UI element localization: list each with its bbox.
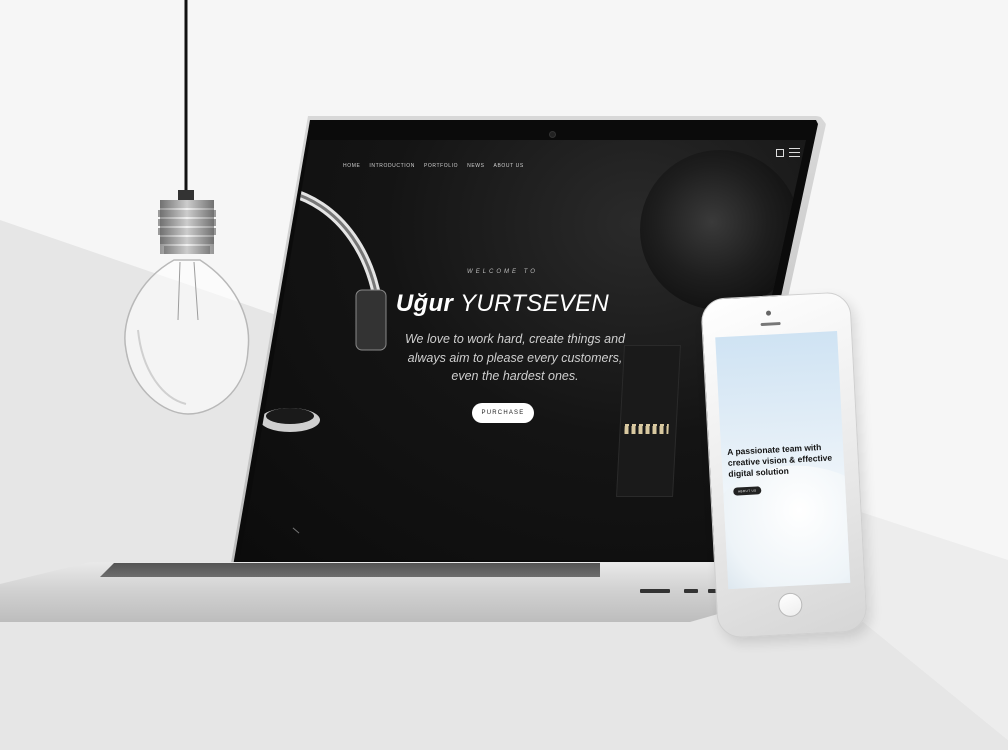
nav-news[interactable]: NEWS	[467, 163, 484, 169]
nav-home[interactable]: HOME	[343, 163, 360, 169]
phone-device: A passionate team with creative vision &…	[700, 291, 868, 639]
nav-icons	[776, 148, 800, 157]
nav-introduction[interactable]: INTRODUCTION	[369, 163, 415, 169]
phone-camera	[765, 310, 772, 316]
hamburger-menu-icon[interactable]	[789, 148, 800, 157]
hero-title: Uğur YURTSEVEN	[240, 290, 765, 318]
purchase-button[interactable]: PURCHASE	[472, 403, 534, 423]
laptop-port	[640, 589, 670, 593]
phone-tagline: A passionate team with creative vision &…	[726, 442, 833, 479]
scroll-arrow-icon[interactable]	[292, 527, 300, 534]
hero-title-last: YURTSEVEN	[460, 290, 610, 317]
light-bulb-image	[118, 0, 258, 420]
nav-about-us[interactable]: ABOUT US	[494, 163, 524, 169]
phone-speaker	[760, 321, 781, 327]
laptop-camera	[549, 131, 556, 138]
laptop-port	[684, 589, 698, 593]
site-nav: HOME INTRODUCTION PORTFOLIO NEWS ABOUT U…	[343, 163, 524, 169]
phone-home-button[interactable]	[777, 592, 803, 618]
phone-screen: A passionate team with creative vision &…	[715, 331, 851, 590]
nav-portfolio[interactable]: PORTFOLIO	[424, 163, 458, 169]
hero-title-first: Uğur	[395, 290, 454, 317]
checkbox-icon[interactable]	[776, 148, 784, 157]
laptop-keyboard	[100, 563, 600, 577]
phone-about-button[interactable]: ABOUT US	[733, 486, 762, 496]
hero-subtitle: We love to work hard, create things and …	[404, 332, 626, 383]
snow-mountain-image	[715, 460, 851, 590]
welcome-label: WELCOME TO	[467, 269, 538, 275]
